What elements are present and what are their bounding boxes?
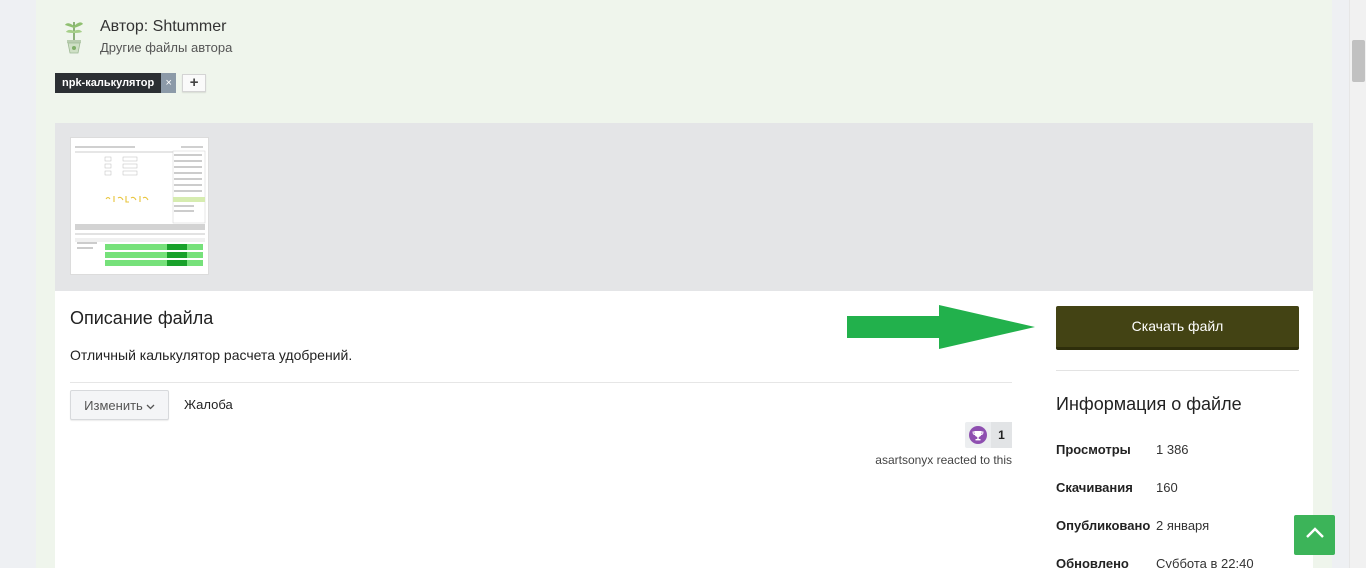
description-text: Отличный калькулятор расчета удобрений. [70,347,353,363]
divider [70,382,1012,383]
info-value: 2 января [1156,518,1210,533]
sidebar-divider [1056,370,1299,371]
info-value: 1 386 [1156,442,1189,457]
screenshot-thumbnail[interactable] [70,137,209,275]
author-name[interactable]: Автор: Shtummer [100,18,232,36]
edit-button[interactable]: Изменить [70,390,169,420]
info-row-views: Просмотры 1 386 [1056,442,1189,457]
edit-button-label: Изменить [84,397,143,413]
download-button[interactable]: Скачать файл [1056,306,1299,350]
trophy-icon [965,422,991,448]
scrollbar-thumb[interactable] [1352,40,1365,82]
info-key: Опубликовано [1056,518,1151,533]
plant-pot-icon[interactable] [56,18,92,56]
info-key: Обновлено [1056,556,1129,568]
other-files-link[interactable]: Другие файлы автора [100,40,232,55]
back-to-top-button[interactable] [1294,515,1335,555]
arrow-pointer-icon [847,305,1035,358]
reacted-text[interactable]: asartsonyx reacted to this [875,453,1012,467]
add-tag-button[interactable]: + [182,74,207,92]
info-row-downloads: Скачивания 160 [1056,480,1178,495]
file-info-title: Информация о файле [1056,394,1242,414]
chevron-up-icon [1305,526,1325,544]
file-content: Описание файла Отличный калькулятор расч… [55,291,1313,568]
author-block: Автор: Shtummer Другие файлы автора [56,18,232,56]
info-row-published: Опубликовано 2 января [1056,518,1209,533]
info-row-updated: Обновлено Суббота в 22:40 [1056,556,1254,568]
reaction-count: 1 [991,422,1012,448]
report-link[interactable]: Жалоба [184,397,233,412]
screenshot-gallery [55,123,1313,291]
tag-list: npk-калькулятор × + [55,73,207,93]
tag-npk-calculator[interactable]: npk-калькулятор [55,73,162,93]
chevron-down-icon [146,398,155,413]
page-container: Автор: Shtummer Другие файлы автора npk-… [36,0,1332,568]
info-value: Суббота в 22:40 [1156,556,1254,568]
info-key: Просмотры [1056,442,1131,457]
info-key: Скачивания [1056,480,1133,495]
reaction-summary[interactable]: 1 [965,422,1012,448]
description-title: Описание файла [70,308,214,328]
info-value: 160 [1156,480,1178,495]
page-scrollbar[interactable] [1349,0,1366,568]
tag-remove-button[interactable]: × [161,73,177,93]
